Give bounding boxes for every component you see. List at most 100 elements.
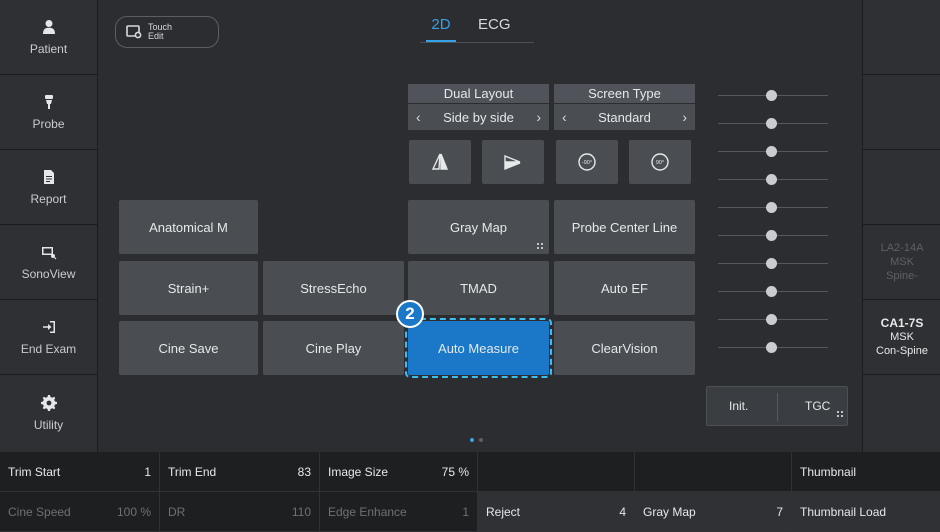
anatomical-m-button[interactable]: Anatomical M — [119, 200, 258, 254]
param-value: 110 — [291, 504, 311, 519]
sidebar-item-report[interactable]: Report — [0, 150, 97, 225]
dual-layout-selector[interactable]: Dual Layout ‹ Side by side › — [408, 84, 549, 130]
sidebar-item-probe[interactable]: Probe — [0, 75, 97, 150]
touch-edit-button[interactable]: Touch Edit — [115, 16, 219, 48]
param-edge-enhance[interactable]: Edge Enhance 1 — [320, 492, 478, 532]
param-gray-map[interactable]: Gray Map 7 — [635, 492, 792, 532]
param-cine-speed[interactable]: Cine Speed 100 % — [0, 492, 160, 532]
sidebar-item-end-exam[interactable]: End Exam — [0, 300, 97, 375]
screen-type-selector[interactable]: Screen Type ‹ Standard › — [554, 84, 695, 130]
page-dot[interactable] — [479, 438, 483, 442]
param-dr[interactable]: DR 110 — [160, 492, 320, 532]
probe-preset: Spine- — [886, 270, 918, 282]
chevron-right-icon[interactable]: › — [536, 109, 541, 125]
param-trim-end[interactable]: Trim End 83 — [160, 452, 320, 492]
rotate-ccw-icon: -90° — [578, 153, 596, 171]
param-label: Trim Start — [8, 464, 61, 479]
sidebar-item-label: Patient — [29, 42, 68, 56]
probe-preset-la2-14a[interactable]: LA2-14A MSK Spine- — [863, 225, 940, 300]
clearvision-button[interactable]: ClearVision — [554, 321, 695, 375]
param-label: Thumbnail Load — [800, 504, 887, 519]
param-empty — [635, 452, 792, 492]
right-slot-empty — [863, 0, 940, 75]
flip-horizontal-button[interactable] — [409, 140, 471, 184]
grip-icon — [537, 243, 543, 249]
tgc-knob[interactable] — [766, 174, 777, 185]
tab-2d[interactable]: 2D — [426, 16, 456, 42]
probe-application: MSK — [890, 256, 914, 268]
page-dot-active[interactable] — [470, 438, 474, 442]
right-slot-empty — [863, 375, 940, 450]
probe-preset-ca1-7s[interactable]: CA1-7S MSK Con-Spine — [863, 300, 940, 375]
sidebar-item-patient[interactable]: Patient — [0, 0, 97, 75]
tgc-knob[interactable] — [766, 230, 777, 241]
sidebar-item-label: SonoView — [21, 267, 76, 281]
stress-echo-button[interactable]: StressEcho — [263, 261, 404, 315]
tgc-knob[interactable] — [766, 258, 777, 269]
param-value: 83 — [297, 464, 311, 479]
probe-center-line-button[interactable]: Probe Center Line — [554, 200, 695, 254]
gear-icon — [40, 394, 58, 412]
chevron-left-icon[interactable]: ‹ — [562, 109, 567, 125]
param-label: Reject — [486, 504, 521, 519]
tgc-slider[interactable] — [718, 142, 828, 162]
param-value: 7 — [776, 504, 783, 519]
rotate-ccw-90-button[interactable]: -90° — [556, 140, 618, 184]
tgc-slider[interactable] — [718, 198, 828, 218]
flip-vertical-button[interactable] — [482, 140, 544, 184]
tgc-slider[interactable] — [718, 254, 828, 274]
thumbnail-button[interactable]: Thumbnail — [792, 452, 940, 492]
sidebar-item-sonoview[interactable]: SonoView — [0, 225, 97, 300]
tgc-knob[interactable] — [766, 314, 777, 325]
tgc-slider[interactable] — [718, 170, 828, 190]
tgc-slider[interactable] — [718, 86, 828, 106]
tgc-slider[interactable] — [718, 226, 828, 246]
probe-icon — [40, 93, 58, 111]
probe-application: MSK — [890, 331, 914, 343]
probe-name: LA2-14A — [880, 242, 924, 254]
param-value: 1 — [462, 504, 469, 519]
param-label: Gray Map — [643, 504, 696, 519]
right-slot-empty — [863, 75, 940, 150]
tmad-button[interactable]: TMAD — [408, 261, 549, 315]
param-label: DR — [168, 504, 186, 519]
param-label: Thumbnail — [800, 464, 857, 479]
probe-name: CA1-7S — [880, 316, 924, 330]
chevron-left-icon[interactable]: ‹ — [416, 109, 421, 125]
tgc-slider[interactable] — [718, 114, 828, 134]
tgc-knob[interactable] — [766, 146, 777, 157]
tgc-slider[interactable] — [718, 310, 828, 330]
probe-preset: Con-Spine — [876, 345, 928, 357]
tgc-init-button[interactable]: Init. — [729, 399, 748, 413]
tgc-button[interactable]: TGC — [805, 399, 830, 413]
flip-horizontal-icon — [431, 153, 449, 170]
param-label: Image Size — [328, 464, 389, 479]
chevron-right-icon[interactable]: › — [682, 109, 687, 125]
tgc-knob[interactable] — [766, 118, 777, 129]
touch-edit-icon — [126, 25, 142, 39]
tgc-slider[interactable] — [718, 282, 828, 302]
tgc-knob[interactable] — [766, 342, 777, 353]
gray-map-button[interactable]: Gray Map — [408, 200, 549, 254]
tab-ecg[interactable]: ECG — [478, 16, 511, 42]
sidebar-item-utility[interactable]: Utility — [0, 375, 97, 450]
tgc-slider[interactable] — [718, 338, 828, 358]
cine-play-button[interactable]: Cine Play — [263, 321, 404, 375]
strain-plus-button[interactable]: Strain+ — [119, 261, 258, 315]
param-reject[interactable]: Reject 4 — [478, 492, 635, 532]
auto-measure-button[interactable]: Auto Measure — [405, 318, 552, 378]
cine-save-button[interactable]: Cine Save — [119, 321, 258, 375]
param-image-size[interactable]: Image Size 75 % — [320, 452, 478, 492]
tgc-knob[interactable] — [766, 202, 777, 213]
tgc-control-group: Init. TGC — [706, 386, 848, 426]
auto-ef-button[interactable]: Auto EF — [554, 261, 695, 315]
param-trim-start[interactable]: Trim Start 1 — [0, 452, 160, 492]
rotate-cw-90-button[interactable]: 90° — [629, 140, 691, 184]
flip-vertical-icon — [504, 154, 521, 171]
tgc-knob[interactable] — [766, 286, 777, 297]
param-value: 1 — [144, 464, 151, 479]
param-value: 4 — [619, 504, 626, 519]
thumbnail-load-button[interactable]: Thumbnail Load — [792, 492, 940, 532]
right-slot-empty — [863, 150, 940, 225]
tgc-knob[interactable] — [766, 90, 777, 101]
